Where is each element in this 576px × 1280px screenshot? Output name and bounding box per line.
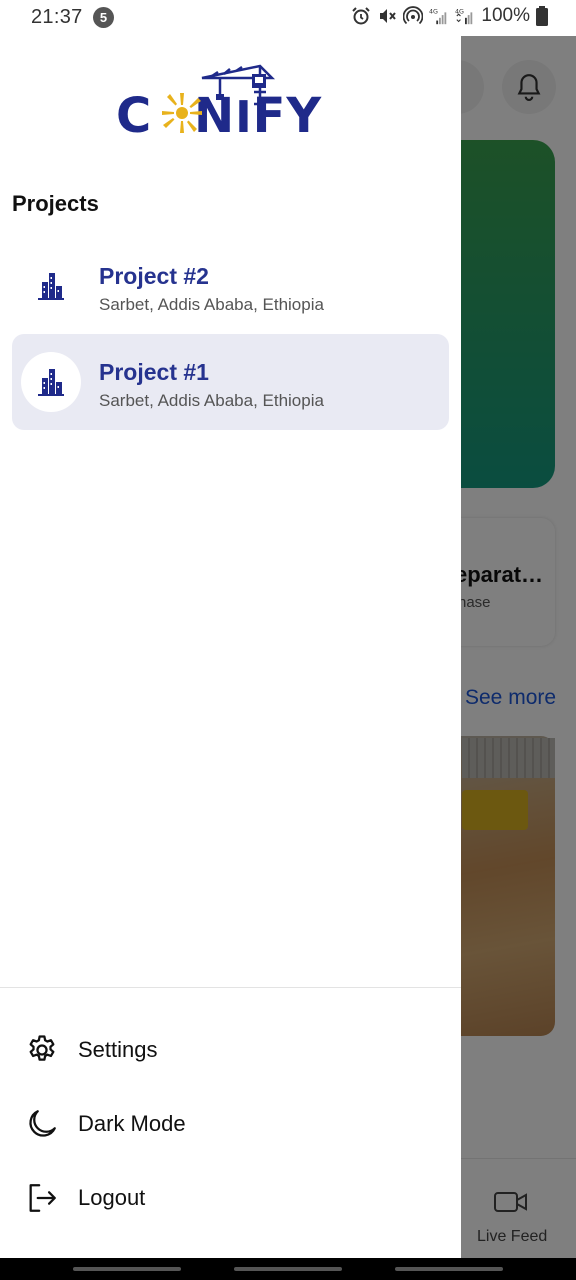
navigation-drawer: CONIFY — [0, 36, 461, 1258]
battery-percent: 100% — [481, 5, 530, 26]
settings-menu-item[interactable]: Settings — [24, 1024, 444, 1076]
svg-text:4G: 4G — [455, 8, 464, 15]
moon-icon — [24, 1106, 60, 1142]
alarm-icon — [352, 7, 371, 25]
settings-label: Settings — [78, 1037, 158, 1062]
project-location: Sarbet, Addis Ababa, Ethiopia — [99, 391, 324, 410]
dark-mode-label: Dark Mode — [78, 1111, 186, 1136]
recents-button[interactable] — [73, 1267, 181, 1271]
logout-label: Logout — [78, 1185, 146, 1210]
buildings-icon — [38, 369, 64, 396]
logout-menu-item[interactable]: Logout — [24, 1172, 444, 1224]
hotspot-icon — [403, 6, 424, 25]
dark-mode-menu-item[interactable]: Dark Mode — [24, 1098, 444, 1150]
status-bar: 21:37 5 4G 4G 100% — [0, 0, 576, 36]
project-location: Sarbet, Addis Ababa, Ethiopia — [99, 295, 324, 314]
projects-heading: Projects — [12, 191, 99, 216]
conify-logo: CONIFY — [116, 60, 344, 144]
project-name: Project #2 — [99, 263, 209, 289]
battery-icon — [536, 6, 548, 26]
project-name: Project #1 — [99, 359, 209, 385]
signal-4g-icon: 4G — [455, 8, 473, 25]
home-button[interactable] — [234, 1267, 342, 1271]
buildings-icon — [38, 273, 64, 300]
project-avatar — [21, 352, 81, 412]
gear-icon — [24, 1032, 60, 1068]
notification-count-badge: 5 — [93, 7, 114, 28]
back-button[interactable] — [395, 1267, 503, 1271]
mute-icon — [380, 9, 397, 23]
sun-gear-icon — [162, 93, 202, 133]
logout-icon — [24, 1180, 60, 1216]
project-item[interactable]: Project #2 Sarbet, Addis Ababa, Ethiopia — [12, 238, 449, 334]
status-icons: 4G 4G 100% — [351, 5, 548, 27]
system-navigation-bar — [0, 1258, 576, 1280]
project-item-selected[interactable]: Project #1 Sarbet, Addis Ababa, Ethiopia — [12, 334, 449, 430]
project-avatar — [21, 256, 81, 316]
svg-text:4G: 4G — [429, 8, 438, 15]
crane-icon — [201, 64, 276, 118]
signal-4g-icon: 4G — [429, 8, 447, 25]
status-time: 21:37 — [31, 6, 83, 28]
drawer-divider — [0, 987, 461, 988]
